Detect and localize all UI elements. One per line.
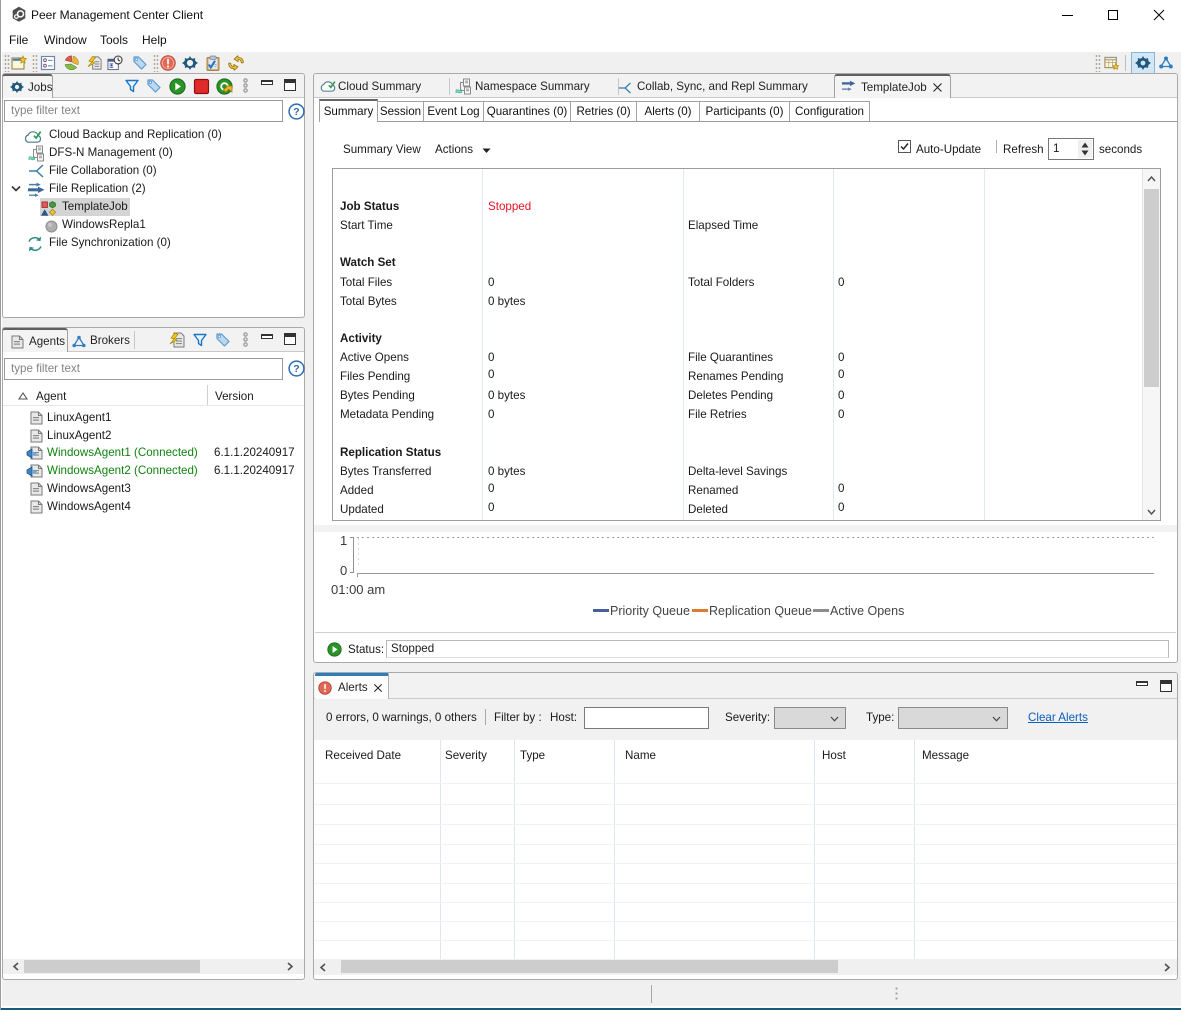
- svg-text:12: 12: [109, 63, 115, 68]
- svg-text:?: ?: [293, 106, 299, 118]
- svg-text:?: ?: [293, 363, 299, 375]
